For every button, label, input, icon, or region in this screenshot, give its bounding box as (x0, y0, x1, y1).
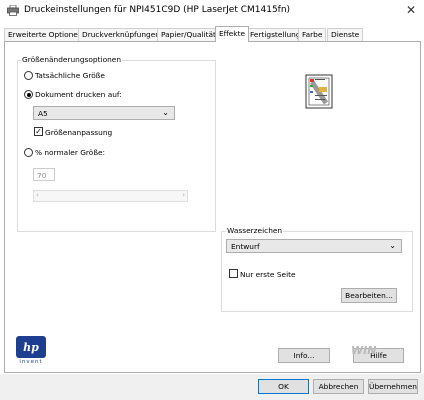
chevron-down-icon: ⌄ (389, 241, 396, 250)
chevron-down-icon: ⌄ (162, 108, 169, 117)
percent-size-input[interactable]: 70 (33, 168, 55, 181)
site-watermark: WIN (351, 344, 377, 357)
printer-icon (7, 5, 19, 16)
tab-effekte[interactable]: Effekte (215, 26, 250, 42)
watermark-select[interactable]: Entwurf ⌄ (226, 239, 402, 253)
tab-dienste[interactable]: Dienste (327, 28, 364, 41)
resize-options-group (17, 60, 216, 232)
resize-options-label: Größenänderungsoptionen (21, 55, 123, 64)
edit-watermark-button[interactable]: Bearbeiten... (341, 288, 397, 303)
watermark-value: Entwurf (231, 242, 260, 251)
cancel-button[interactable]: Abbrechen (313, 379, 364, 394)
scroll-right-icon: › (182, 191, 185, 199)
actual-size-radio[interactable] (24, 71, 33, 80)
scroll-left-icon: ‹ (36, 191, 39, 199)
hp-logo: hp invent (13, 334, 49, 368)
percent-size-slider[interactable]: ‹ › (33, 190, 188, 202)
actual-size-label: Tatsächliche Größe (35, 71, 105, 80)
first-page-only-checkbox[interactable] (229, 269, 238, 278)
window-title: Druckeinstellungen für NPI451C9D (HP Las… (24, 5, 291, 15)
print-on-label: Dokument drucken auf: (35, 90, 122, 99)
paper-size-select[interactable]: A5 ⌄ (33, 106, 175, 120)
page-preview-icon (305, 74, 333, 109)
ok-button[interactable]: OK (258, 379, 309, 394)
info-button[interactable]: Info... (278, 348, 330, 363)
fit-to-page-checkbox[interactable]: ✓ (34, 127, 43, 136)
title-bar: Druckeinstellungen für NPI451C9D (HP Las… (0, 0, 424, 22)
paper-size-value: A5 (38, 109, 48, 118)
apply-button[interactable]: Übernehmen (368, 379, 418, 394)
tab-fertigstellung[interactable]: Fertigstellung (246, 28, 305, 41)
tab-bar: Erweiterte Optionen Druckverknüpfungen P… (4, 26, 420, 42)
tab-erweiterte-optionen[interactable]: Erweiterte Optionen (4, 28, 87, 41)
hp-logo-tagline: invent (19, 359, 43, 365)
percent-size-label: % normaler Größe: (35, 148, 106, 157)
hp-logo-text: hp (23, 341, 39, 354)
first-page-only-label: Nur erste Seite (240, 270, 296, 279)
tab-farbe[interactable]: Farbe (298, 28, 327, 41)
tab-papier-qualitaet[interactable]: Papier/Qualität (157, 28, 220, 41)
print-on-radio[interactable] (24, 90, 33, 99)
percent-size-radio[interactable] (24, 148, 33, 157)
tab-druckverknuepfungen[interactable]: Druckverknüpfungen (78, 28, 164, 41)
watermark-label: Wasserzeichen (226, 226, 284, 235)
close-icon[interactable]: ✕ (406, 3, 416, 17)
fit-to-page-label: Größenanpassung (45, 128, 113, 137)
